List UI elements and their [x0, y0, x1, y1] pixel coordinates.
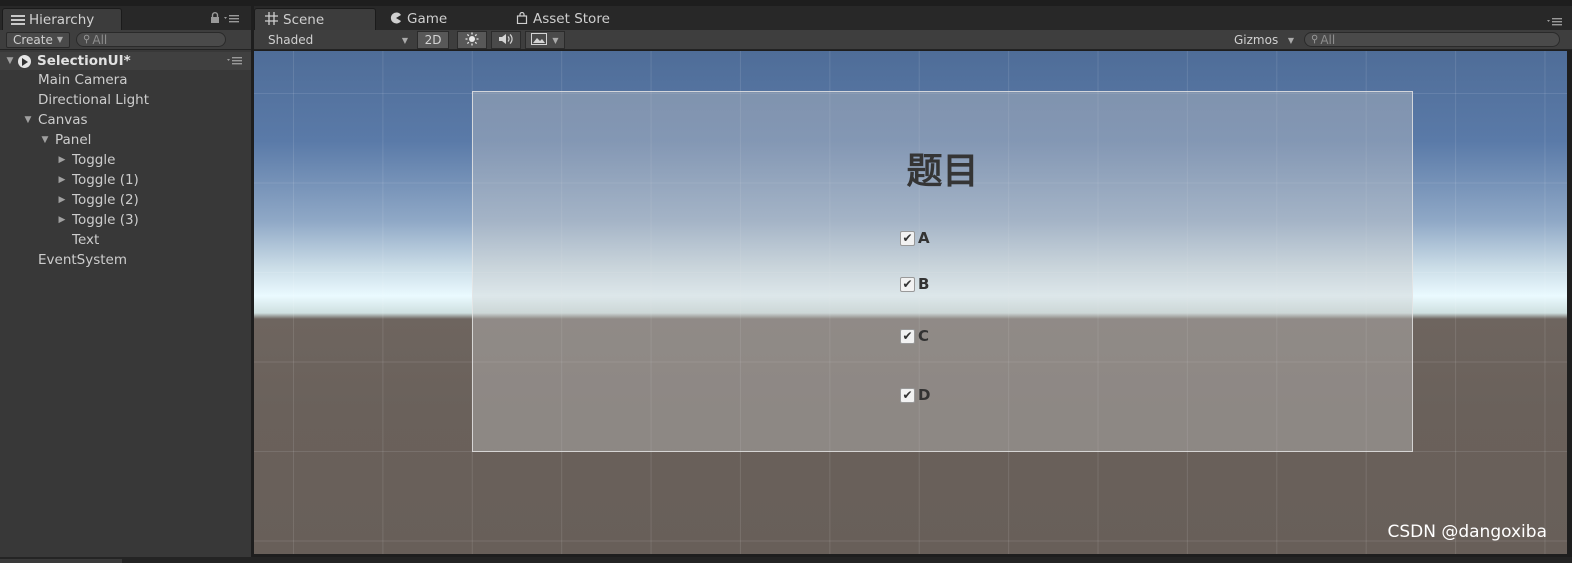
scene-root-row[interactable]: ▼ SelectionUI* [0, 52, 251, 70]
collapsed-arrow-icon[interactable]: ▶ [56, 155, 68, 165]
checkbox-check-icon[interactable]: ✔ [900, 276, 915, 292]
scene-panel-controls [1547, 16, 1563, 29]
hierarchy-tabbar: Hierarchy [0, 6, 251, 30]
panel-menu-icon[interactable] [224, 13, 240, 26]
checkbox-check-icon[interactable]: ✔ [900, 328, 915, 344]
tab-scene-label: Scene [283, 11, 325, 28]
gizmos-label: Gizmos [1234, 33, 1279, 47]
question-text: 题目 [906, 151, 979, 192]
hierarchy-search-placeholder: All [92, 32, 108, 47]
hierarchy-item[interactable]: Text [0, 230, 251, 250]
toggle-option-d[interactable]: ✔ D [900, 386, 930, 404]
expanded-arrow-icon[interactable]: ▼ [22, 115, 34, 125]
scene-search-input[interactable]: ⚲ All [1304, 32, 1560, 47]
expanded-arrow-icon[interactable]: ▼ [39, 135, 51, 145]
grid-icon [265, 11, 278, 28]
scene-tabbar: Scene Game Asset Store [254, 6, 1572, 30]
create-button-label: Create [13, 32, 53, 47]
scene-effects-dropdown[interactable]: ▼ [525, 31, 565, 49]
expand-arrow-icon[interactable]: ▼ [4, 56, 16, 66]
bottom-status-bar [0, 557, 1572, 563]
hierarchy-item-label: Directional Light [38, 92, 149, 108]
pacman-icon [390, 12, 402, 27]
hierarchy-item-label: Toggle (2) [72, 192, 139, 208]
tab-hierarchy[interactable]: Hierarchy [2, 8, 122, 30]
panel-menu-icon[interactable] [1547, 16, 1563, 29]
tab-asset-store[interactable]: Asset Store [506, 8, 636, 30]
chevron-down-icon: ▼ [56, 35, 64, 44]
toggle-option-label: D [918, 386, 931, 404]
toggle-2d-button[interactable]: 2D [417, 31, 449, 49]
toggle-option-a[interactable]: ✔ A [900, 229, 930, 247]
search-icon: ⚲ [1311, 34, 1319, 45]
toggle-option-b[interactable]: ✔ B [900, 275, 929, 293]
hierarchy-item[interactable]: ▼ Canvas [0, 110, 251, 130]
hierarchy-item[interactable]: ▶ Toggle [0, 150, 251, 170]
chevron-down-icon: ▼ [552, 35, 559, 45]
tab-hierarchy-label: Hierarchy [29, 11, 95, 28]
scene-toolbar: Shaded ▼ 2D ▼ Gizmos ▼ ⚲ All [254, 30, 1572, 50]
sun-icon [465, 32, 479, 49]
hierarchy-item[interactable]: ▶ Toggle (3) [0, 210, 251, 230]
tab-game-label: Game [407, 11, 448, 27]
image-icon [531, 32, 548, 48]
hierarchy-item-label: Panel [55, 132, 92, 148]
scene-search-placeholder: All [1320, 32, 1336, 47]
unity-scene-icon [18, 54, 31, 68]
tab-game[interactable]: Game [380, 8, 500, 30]
shading-mode-dropdown[interactable]: Shaded ▼ [254, 32, 412, 48]
checkbox-check-icon[interactable]: ✔ [900, 387, 915, 403]
hierarchy-panel-controls [210, 12, 240, 26]
tab-scene[interactable]: Scene [254, 8, 376, 30]
speaker-icon [498, 33, 514, 48]
chevron-down-icon: ▼ [1287, 35, 1294, 45]
hierarchy-item[interactable]: ▶ Toggle (1) [0, 170, 251, 190]
scene-menu-icon[interactable] [227, 55, 243, 68]
hierarchy-item-label: Main Camera [38, 72, 128, 88]
scene-name: SelectionUI* [37, 53, 131, 69]
gizmos-dropdown[interactable]: Gizmos ▼ [1226, 32, 1298, 48]
scene-viewport[interactable]: 题目 ✔ A ✔ B ✔ C ✔ D CSDN @dangoxiba [254, 51, 1567, 554]
scene-lighting-toggle[interactable] [457, 31, 487, 49]
ui-panel[interactable]: 题目 ✔ A ✔ B ✔ C ✔ D [472, 91, 1413, 452]
hierarchy-search-input[interactable]: ⚲ All [76, 32, 227, 47]
hierarchy-item-label: Toggle (1) [72, 172, 139, 188]
chevron-down-icon: ▼ [401, 35, 408, 45]
toggle-option-label: B [918, 275, 930, 293]
hierarchy-item[interactable]: EventSystem [0, 250, 251, 270]
hierarchy-item-label: Text [72, 232, 100, 248]
toggle-option-label: C [918, 327, 930, 345]
hierarchy-item[interactable]: ▼ Panel [0, 130, 251, 150]
tab-asset-store-label: Asset Store [533, 11, 610, 27]
checkbox-check-icon[interactable]: ✔ [900, 230, 915, 246]
create-button[interactable]: Create ▼ [6, 31, 71, 48]
hierarchy-item-label: Toggle [72, 152, 116, 168]
search-icon: ⚲ [83, 34, 91, 45]
toggle-option-c[interactable]: ✔ C [900, 327, 929, 345]
hierarchy-item[interactable]: Directional Light [0, 90, 251, 110]
shading-mode-label: Shaded [268, 33, 314, 47]
hierarchy-toolbar: Create ▼ ⚲ All [0, 30, 251, 50]
hierarchy-item-label: EventSystem [38, 252, 128, 268]
hierarchy-item-label: Toggle (3) [72, 212, 139, 228]
scene-audio-toggle[interactable] [491, 31, 521, 49]
collapsed-arrow-icon[interactable]: ▶ [56, 215, 68, 225]
collapsed-arrow-icon[interactable]: ▶ [56, 175, 68, 185]
status-segment [0, 559, 122, 563]
hierarchy-item[interactable]: ▶ Toggle (2) [0, 190, 251, 210]
hierarchy-panel: Hierarchy Create ▼ ⚲ All ▼ SelectionUI* [0, 6, 251, 557]
hierarchy-item-label: Canvas [38, 112, 88, 128]
bag-icon [516, 11, 528, 27]
toggle-2d-label: 2D [424, 33, 442, 47]
lock-icon[interactable] [210, 12, 220, 26]
watermark-text: CSDN @dangoxiba [1387, 522, 1547, 542]
hierarchy-item[interactable]: Main Camera [0, 70, 251, 90]
collapsed-arrow-icon[interactable]: ▶ [56, 195, 68, 205]
list-icon [11, 14, 25, 25]
hierarchy-tree: ▼ SelectionUI* Main Camera Directional Li… [0, 52, 251, 270]
toggle-option-label: A [918, 229, 930, 247]
